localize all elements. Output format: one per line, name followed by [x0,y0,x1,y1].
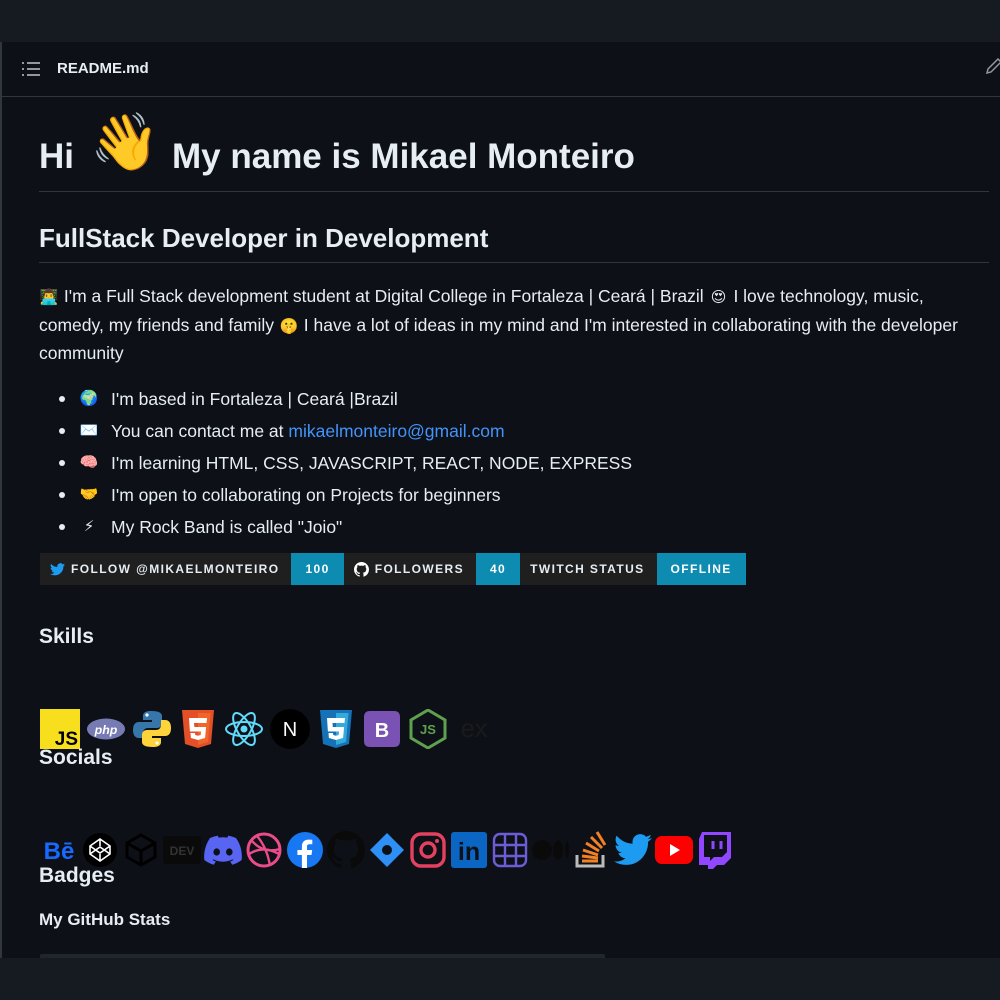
badge-label: FOLLOWERS [374,562,464,576]
intro-text-1: I'm a Full Stack development student at … [63,286,704,306]
fact-text: I'm open to collaborating on Projects fo… [111,485,501,505]
fact-text: You can contact me at [111,421,289,441]
svg-text:B: B [375,720,389,742]
github-followers-badge[interactable]: FOLLOWERS 40 [343,553,521,585]
svg-text:JS: JS [420,722,436,737]
skills-icons: JS php N B JS ex [40,709,500,749]
bootstrap-icon[interactable]: B [362,709,402,749]
badge-label: FOLLOW @MIKAELMONTEIRO [71,562,280,576]
css3-icon[interactable] [316,709,356,749]
html5-icon[interactable] [178,709,218,749]
linkedin-icon[interactable]: in [450,831,488,869]
lightning-icon: ⚡ [83,518,95,535]
technologist-icon: 👨‍💻 [39,289,59,306]
list-item: ⚡ My Rock Band is called "Joio" [57,511,632,543]
socials-heading: Socials [39,746,113,769]
youtube-icon[interactable] [655,831,693,869]
svg-text:N: N [283,719,297,741]
svg-text:Bē: Bē [44,838,75,865]
discord-icon[interactable] [204,831,242,869]
badge-value: OFFLINE [656,553,746,585]
badge-value: 40 [475,553,521,585]
readme-header: README.md [2,42,1000,97]
subtitle-heading: FullStack Developer in Development [39,223,489,253]
brain-icon: 🧠 [79,454,99,471]
fact-text: My Rock Band is called "Joio" [111,517,343,537]
pencil-icon[interactable] [986,58,1000,76]
instagram-icon[interactable] [409,831,447,869]
fact-text: I'm learning HTML, CSS, JAVASCRIPT, REAC… [111,453,633,473]
python-icon[interactable] [132,709,172,749]
list-item: ✉️ You can contact me at mikaelmonteiro@… [57,415,632,447]
badge-label: TWITCH STATUS [530,562,645,576]
facts-list: 🌍 I'm based in Fortaleza | Ceará |Brazil… [57,383,632,543]
javascript-icon[interactable]: JS [40,709,80,749]
stackoverflow-icon[interactable] [573,831,611,869]
twitch-status-badge[interactable]: TWITCH STATUS OFFLINE [520,553,746,585]
heading-divider [39,191,989,192]
express-icon[interactable]: ex [454,709,494,749]
nodejs-icon[interactable]: JS [408,709,448,749]
greeting-hi: Hi [39,137,74,176]
envelope-icon: ✉️ [79,422,99,439]
kaggle-icon[interactable] [368,831,406,869]
intro-paragraph: 👨‍💻 I'm a Full Stack development student… [39,283,989,368]
github-icon [353,561,369,577]
twitch-icon[interactable] [696,831,734,869]
svg-text:in: in [458,838,480,866]
subtitle-divider [39,262,989,263]
codesandbox-icon[interactable] [122,831,160,869]
twitter-follow-badge[interactable]: FOLLOW @MIKAELMONTEIRO 100 [40,553,344,585]
handshake-icon: 🤝 [79,486,99,503]
email-link[interactable]: mikaelmonteiro@gmail.com [288,421,504,441]
github-stats-heading: My GitHub Stats [39,910,171,929]
svg-text:php: php [94,723,118,737]
greeting-name: My name is Mikael Monteiro [172,137,635,176]
fact-text: I'm based in Fortaleza | Ceará |Brazil [111,389,398,409]
badge-value: 100 [291,553,344,585]
list-item: 🤝 I'm open to collaborating on Projects … [57,479,632,511]
waving-hand-icon: 👋 [90,110,160,173]
readme-filename: README.md [57,60,149,77]
badge-row: FOLLOW @MIKAELMONTEIRO 100 FOLLOWERS 40 … [40,553,746,585]
list-item: 🌍 I'm based in Fortaleza | Ceará |Brazil [57,383,632,415]
github-icon[interactable] [327,831,365,869]
globe-icon: 🌍 [79,390,99,407]
svg-text:DEV: DEV [170,844,195,858]
facebook-icon[interactable] [286,831,324,869]
twitter-icon[interactable] [614,831,652,869]
php-icon[interactable]: php [86,709,126,749]
skills-heading: Skills [39,625,94,648]
svg-text:ex: ex [461,715,488,743]
medium-icon[interactable] [532,831,570,869]
badges-heading: Badges [39,864,115,887]
heart-eyes-icon: 😍 [710,289,727,306]
github-stats-card [40,954,605,958]
greeting-heading: Hi 👋 My name is Mikael Monteiro [39,110,635,177]
list-outline-icon[interactable] [22,62,40,76]
shushing-face-icon: 🤫 [279,317,299,335]
nextjs-icon[interactable]: N [270,709,310,749]
list-item: 🧠 I'm learning HTML, CSS, JAVASCRIPT, RE… [57,447,632,479]
devto-icon[interactable]: DEV [163,831,201,869]
readme-panel: README.md Hi 👋 My name is Mikael Monteir… [0,42,1000,958]
socials-icons: Bē DEV in [40,831,737,869]
dribbble-icon[interactable] [245,831,283,869]
twitter-icon [50,562,65,575]
react-icon[interactable] [224,709,264,749]
notion-icon[interactable] [491,831,529,869]
